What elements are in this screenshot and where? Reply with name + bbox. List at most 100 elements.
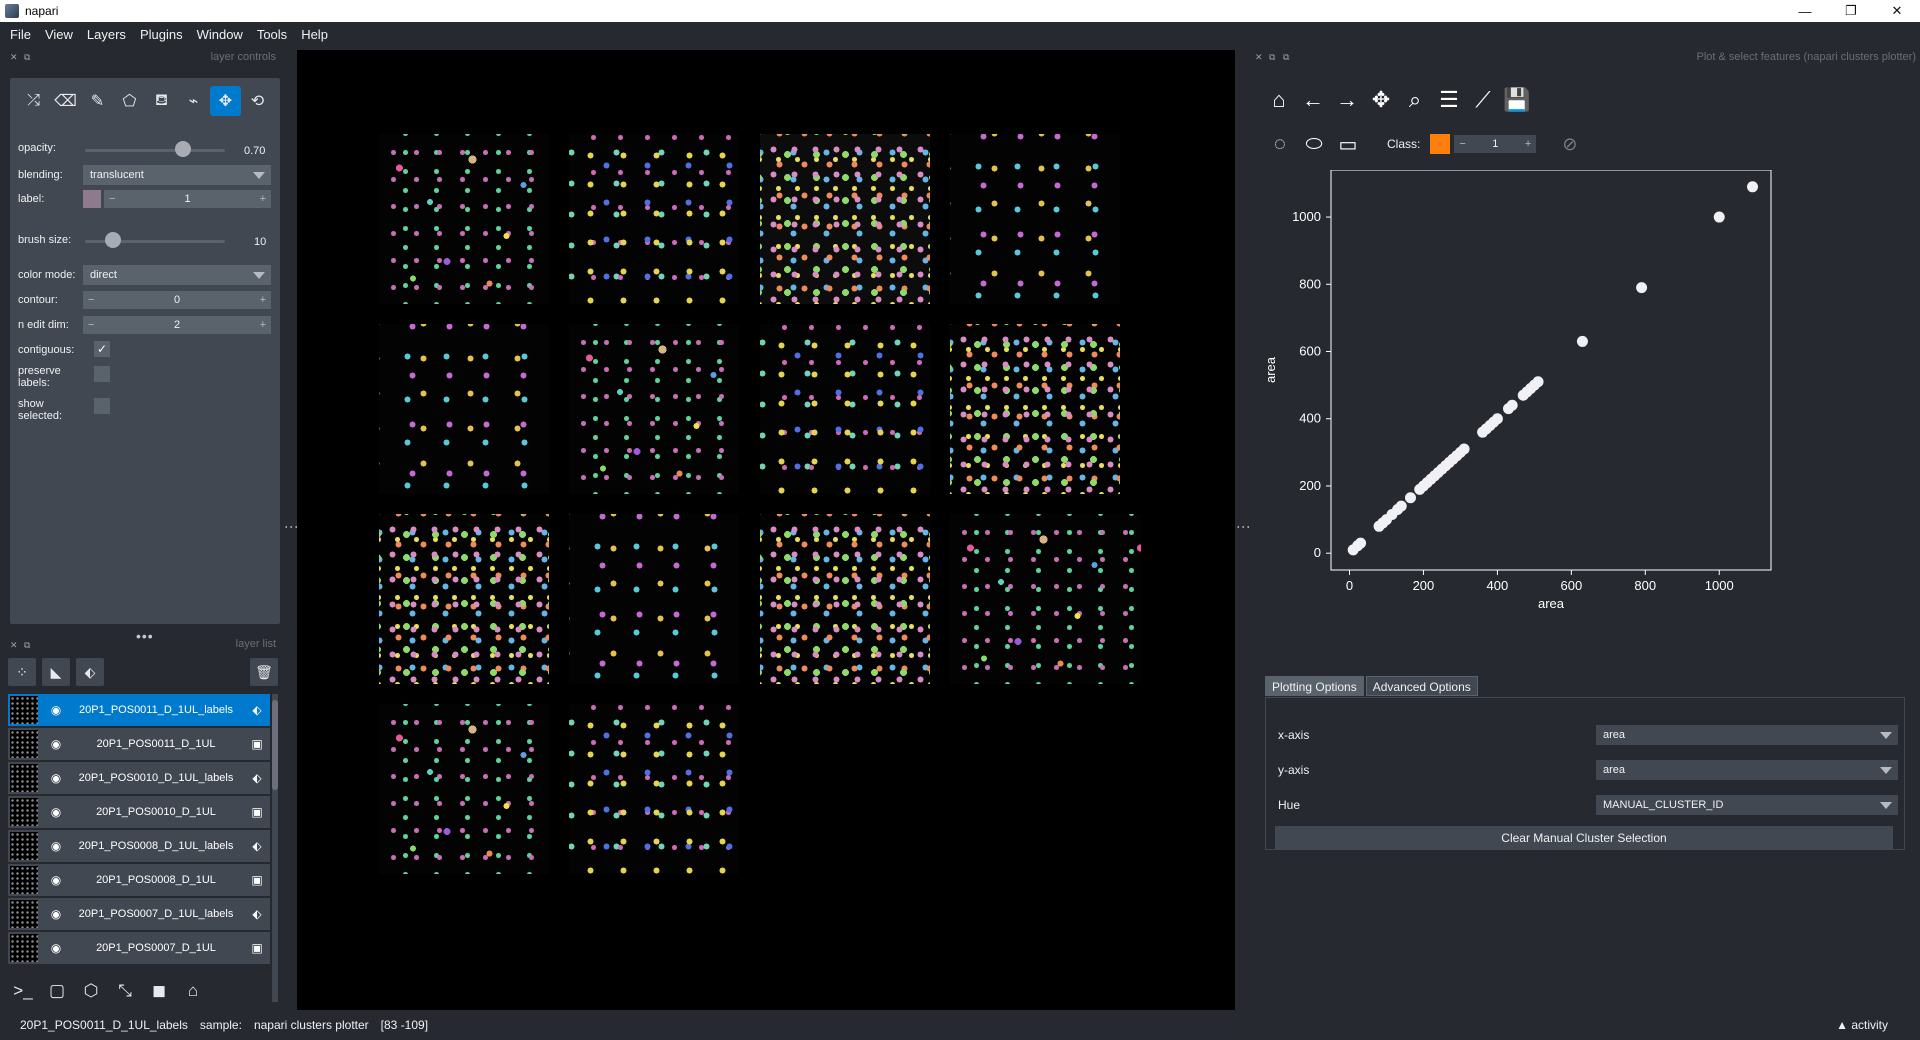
scatter-point[interactable]	[1747, 181, 1759, 193]
home-icon[interactable]: ⌂	[1265, 86, 1293, 114]
new-labels-layer-icon[interactable]: ⬖	[76, 658, 104, 686]
layer-row[interactable]: ◉ 20P1_POS0008_D_1UL ▣	[8, 864, 270, 898]
menu-layers[interactable]: Layers	[81, 27, 132, 42]
menu-view[interactable]: View	[39, 27, 79, 42]
visibility-eye-icon[interactable]: ◉	[44, 873, 68, 887]
menu-help[interactable]: Help	[295, 27, 334, 42]
layer-row[interactable]: ◉ 20P1_POS0011_D_1UL_labels ⬖	[8, 694, 270, 728]
edit-axis-icon[interactable]: ⟋	[1469, 86, 1497, 114]
visibility-eye-icon[interactable]: ◉	[44, 941, 68, 955]
dock-float-icon[interactable]: ⧉	[24, 52, 30, 63]
ellipse-select-icon[interactable]: ⬭	[1299, 130, 1329, 158]
layer-list-scrollbar[interactable]	[272, 694, 278, 1002]
configure-subplots-icon[interactable]: ☰	[1435, 86, 1463, 114]
visibility-eye-icon[interactable]: ◉	[44, 703, 68, 717]
fill-bucket-icon[interactable]: ⛾	[146, 86, 177, 116]
tab-advanced-options[interactable]: Advanced Options	[1365, 676, 1478, 696]
transform-icon[interactable]: ⟲	[242, 86, 273, 116]
paintbrush-icon[interactable]: ✎	[82, 86, 113, 116]
save-icon[interactable]: 💾	[1503, 86, 1531, 114]
dock-close-icon[interactable]: ✕	[1255, 52, 1263, 63]
menu-window[interactable]: Window	[191, 27, 249, 42]
x-axis-select[interactable]: area	[1596, 725, 1898, 745]
scatter-point[interactable]	[1491, 413, 1503, 425]
opacity-slider-handle[interactable]	[175, 141, 191, 157]
new-points-layer-icon[interactable]: ⁘	[8, 658, 36, 686]
delete-layer-icon[interactable]: 🗑	[250, 658, 278, 686]
eraser-icon[interactable]: ⌫	[50, 86, 81, 116]
scatter-point[interactable]	[1506, 399, 1518, 411]
minimize-button[interactable]: —	[1782, 0, 1828, 22]
scatter-point[interactable]	[1713, 211, 1725, 223]
scatter-point[interactable]	[1576, 335, 1588, 347]
grid-mode-icon[interactable]: ◼	[144, 976, 174, 1006]
menu-file[interactable]: File	[4, 27, 37, 42]
dock-close-icon[interactable]: ✕	[10, 640, 18, 651]
clear-manual-cluster-selection-button[interactable]: Clear Manual Cluster Selection	[1275, 826, 1893, 850]
layer-row[interactable]: ◉ 20P1_POS0007_D_1UL ▣	[8, 932, 270, 966]
plus-icon[interactable]: +	[260, 316, 266, 334]
layer-row[interactable]: ◉ 20P1_POS0008_D_1UL_labels ⬖	[8, 830, 270, 864]
scrollbar-thumb[interactable]	[272, 700, 278, 790]
scatter-plot-svg[interactable]: 0 200 400 600 800 1000 0 200 400 600 800 1000 area ar…	[1255, 170, 1920, 670]
dock-close-icon[interactable]: ✕	[10, 52, 18, 63]
dock-splitter-handle[interactable]: •••	[136, 628, 154, 644]
blending-select[interactable]: translucent	[83, 165, 271, 185]
color-picker-icon[interactable]: ⌁	[178, 86, 209, 116]
console-icon[interactable]: >_	[8, 976, 38, 1006]
tab-plotting-options[interactable]: Plotting Options	[1265, 676, 1364, 696]
layer-row[interactable]: ◉ 20P1_POS0010_D_1UL_labels ⬖	[8, 762, 270, 796]
scatter-point[interactable]	[1458, 443, 1470, 455]
plus-icon[interactable]: +	[260, 291, 266, 309]
hue-select[interactable]: MANUAL_CLUSTER_ID	[1596, 795, 1898, 815]
visibility-eye-icon[interactable]: ◉	[44, 805, 68, 819]
new-shapes-layer-icon[interactable]: ◣	[42, 658, 70, 686]
home-icon[interactable]: ⌂	[178, 976, 208, 1006]
scatter-point[interactable]	[1636, 282, 1648, 294]
close-button[interactable]: ✕	[1874, 0, 1920, 22]
scatter-point[interactable]	[1532, 376, 1544, 388]
plus-icon[interactable]: +	[260, 190, 266, 208]
back-arrow-icon[interactable]: ←	[1299, 86, 1327, 114]
scatter-point[interactable]	[1355, 537, 1367, 549]
contour-spinbox[interactable]: −0 +	[83, 291, 271, 309]
layer-row[interactable]: ◉ 20P1_POS0007_D_1UL_labels ⬖	[8, 898, 270, 932]
scatter-plot[interactable]: 0 200 400 600 800 1000 0 200 400 600 800 1000 area ar…	[1255, 170, 1920, 710]
hide-eye-icon[interactable]: ⊘	[1562, 134, 1577, 155]
zoom-icon[interactable]: ⌕	[1401, 86, 1429, 114]
layer-row[interactable]: ◉ 20P1_POS0010_D_1UL ▣	[8, 796, 270, 830]
visibility-eye-icon[interactable]: ◉	[44, 907, 68, 921]
opacity-slider[interactable]	[85, 149, 225, 152]
pan-icon[interactable]: ✥	[1367, 86, 1395, 114]
contiguous-checkbox[interactable]: ✓	[94, 341, 110, 357]
show-selected-checkbox[interactable]	[94, 398, 110, 414]
scatter-point[interactable]	[1404, 492, 1416, 504]
forward-arrow-icon[interactable]: →	[1333, 86, 1361, 114]
activity-button[interactable]: ▲ activity	[1836, 1018, 1888, 1032]
roll-cube-icon[interactable]: ⬡	[76, 976, 106, 1006]
y-axis-select[interactable]: area	[1596, 760, 1898, 780]
menu-plugins[interactable]: Plugins	[134, 27, 189, 42]
shuffle-icon[interactable]: ⤮	[18, 86, 49, 116]
class-spinbox[interactable]: −1 +	[1454, 135, 1537, 153]
scatter-point[interactable]	[1395, 500, 1407, 512]
rectangle-select-icon[interactable]: ▭	[1333, 130, 1363, 158]
preserve-labels-checkbox[interactable]	[94, 366, 110, 382]
n-edit-dim-spinbox[interactable]: −2 +	[83, 316, 271, 334]
dock-float-icon[interactable]: ⧉	[1269, 52, 1275, 63]
visibility-eye-icon[interactable]: ◉	[44, 839, 68, 853]
plus-icon[interactable]: +	[1525, 135, 1531, 153]
maximize-button[interactable]: ❐	[1828, 0, 1874, 22]
polygon-icon[interactable]: ⬠	[114, 86, 145, 116]
menu-tools[interactable]: Tools	[251, 27, 293, 42]
dock-pin-icon[interactable]: ⧉	[1283, 52, 1289, 63]
dock-float-icon[interactable]: ⧉	[24, 640, 30, 651]
pan-zoom-icon[interactable]: ✥	[210, 86, 241, 116]
brush-size-slider-handle[interactable]	[105, 232, 121, 248]
ndisplay-square-icon[interactable]: ▢	[42, 976, 72, 1006]
visibility-eye-icon[interactable]: ◉	[44, 737, 68, 751]
visibility-eye-icon[interactable]: ◉	[44, 771, 68, 785]
transpose-icon[interactable]: ⤡	[110, 976, 140, 1006]
viewer-canvas[interactable]	[297, 50, 1235, 1012]
color-mode-select[interactable]: direct	[83, 265, 271, 285]
